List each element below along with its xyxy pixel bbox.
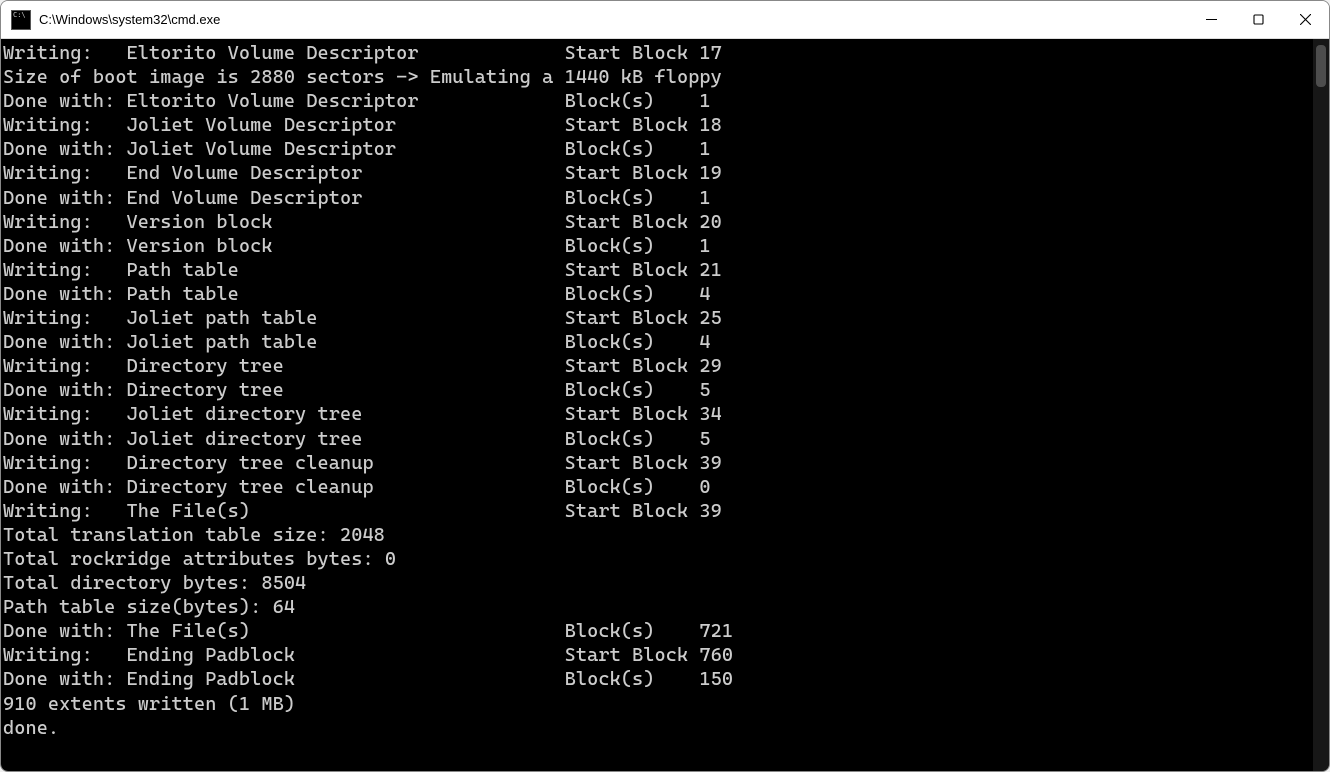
minimize-button[interactable] bbox=[1188, 1, 1235, 38]
scrollbar[interactable] bbox=[1313, 39, 1329, 771]
terminal-area: Writing: Eltorito Volume Descriptor Star… bbox=[1, 39, 1329, 771]
terminal[interactable]: Writing: Eltorito Volume Descriptor Star… bbox=[1, 39, 1313, 771]
maximize-button[interactable] bbox=[1235, 1, 1282, 38]
maximize-icon bbox=[1253, 14, 1264, 25]
window-controls bbox=[1188, 1, 1329, 38]
terminal-output: Writing: Eltorito Volume Descriptor Star… bbox=[3, 41, 1313, 740]
window-title: C:\Windows\system32\cmd.exe bbox=[39, 12, 1188, 27]
close-icon bbox=[1300, 14, 1311, 25]
close-button[interactable] bbox=[1282, 1, 1329, 38]
minimize-icon bbox=[1206, 14, 1217, 25]
cmd-icon bbox=[11, 10, 31, 30]
titlebar[interactable]: C:\Windows\system32\cmd.exe bbox=[1, 1, 1329, 39]
scrollbar-thumb[interactable] bbox=[1316, 45, 1326, 87]
cmd-window: C:\Windows\system32\cmd.exe Writing: Elt… bbox=[0, 0, 1330, 772]
